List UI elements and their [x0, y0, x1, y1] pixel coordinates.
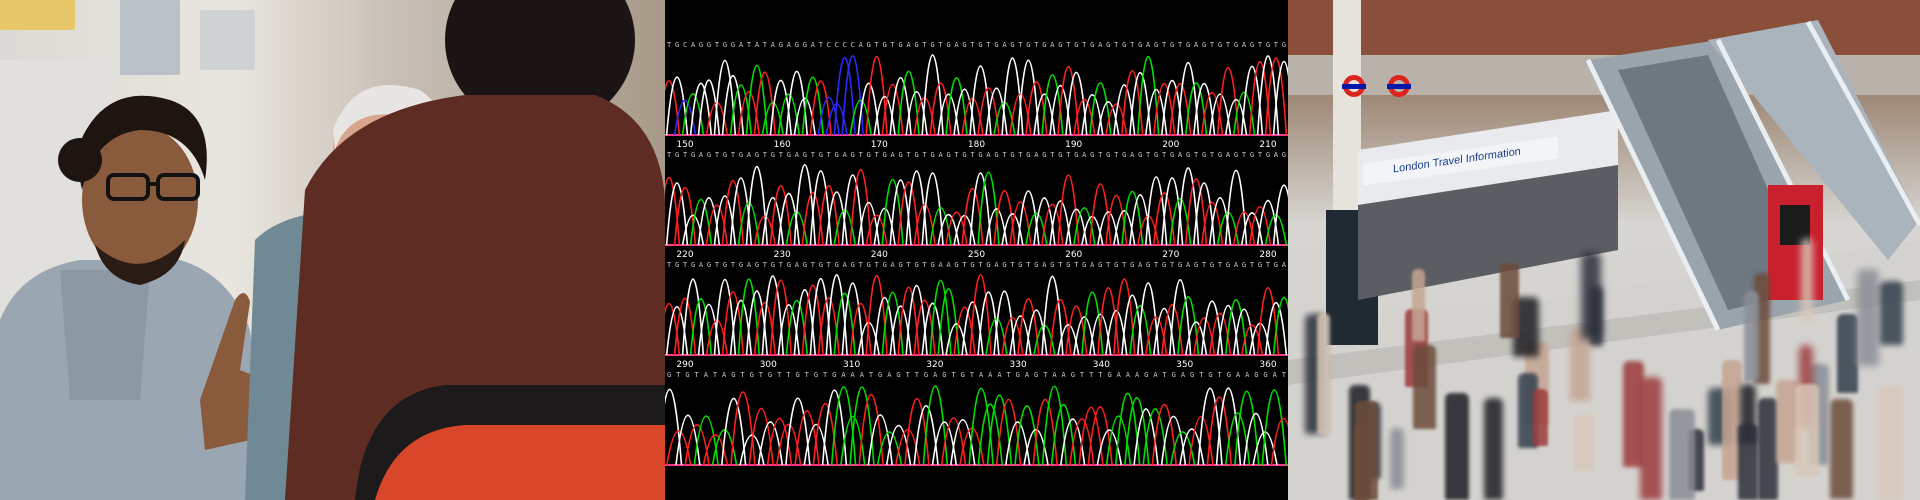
position-label: 300 [760, 360, 777, 370]
chromatogram: TGCAGGTGGATATAGAGGATCCCCAGTGTGAGTGTGAGTG… [665, 41, 1288, 466]
position-label: 180 [968, 140, 985, 150]
commuter-figure [1880, 281, 1903, 345]
commuter-figure [1500, 262, 1520, 338]
base-call-sequence: TGTGAGTGTGAGTGTGAGTGTGAGTGTGAGTGTGAAGTGT… [667, 261, 1287, 269]
chromatogram-row: TGTGAGTGTGAGTGTGAGTGTGAGTGTGAGTGTGAGTGTG… [665, 151, 1288, 260]
base-call-sequence: TGTGAGTGTGAGTGTGAGTGTGAGTGTGAGTGTGAGTGTG… [667, 151, 1286, 159]
commuter-figure [1878, 385, 1903, 500]
position-label: 360 [1259, 360, 1276, 370]
base-call-sequence: TGCAGGTGGATATAGAGGATCCCCAGTGTGAGTGTGAGTG… [667, 41, 1286, 49]
chromatogram-row: GTGTATAGTGTGTTGTGTGAAATGAGTTGAGTGTAAATGA… [665, 371, 1288, 466]
dna-chromatogram-panel: TGCAGGTGGATATAGAGGATCCCCAGTGTGAGTGTGAGTG… [665, 0, 1288, 500]
position-label: 240 [871, 250, 888, 260]
trace-peak [665, 388, 683, 466]
commuter-figure [1445, 392, 1470, 500]
commuter-figure [1316, 312, 1330, 435]
commuter-figure [1353, 422, 1369, 500]
position-label: 200 [1162, 140, 1179, 150]
trace-peak [1161, 177, 1184, 246]
commuter-figure [1857, 268, 1879, 366]
wall-poster [120, 0, 180, 75]
chromatogram-row: TGCAGGTGGATATAGAGGATCCCCAGTGTGAGTGTGAGTG… [665, 41, 1288, 150]
position-label: 320 [926, 360, 943, 370]
commuter-figure [1837, 314, 1859, 393]
position-label: 330 [1010, 360, 1027, 370]
position-label: 250 [968, 250, 985, 260]
commuter-figure [1795, 384, 1819, 477]
trace-peak [881, 291, 904, 356]
position-label: 220 [676, 250, 693, 260]
commuter-figure [1589, 286, 1604, 347]
commuter-figure [1412, 269, 1425, 341]
position-label: 340 [1093, 360, 1110, 370]
commuter-figure [1413, 345, 1437, 429]
position-label: 210 [1259, 140, 1276, 150]
commuter-figure [1532, 388, 1549, 447]
commuter-figure [1738, 424, 1759, 500]
position-label: 270 [1162, 250, 1179, 260]
trace-peak [1105, 194, 1128, 246]
trace-peak [675, 414, 701, 466]
base-call-sequence: GTGTATAGTGTGTTGTGTGAAATGAGTTGAGTGTAAATGA… [667, 371, 1287, 379]
position-label: 260 [1065, 250, 1082, 260]
commuter-figure [1574, 413, 1595, 472]
commuter-figure [1829, 398, 1854, 499]
position-label: 160 [774, 140, 791, 150]
position-label: 290 [676, 360, 693, 370]
commuter-figure [1669, 408, 1695, 500]
position-label: 150 [676, 140, 693, 150]
man-with-glasses [0, 95, 270, 500]
trace-peak [1014, 405, 1040, 466]
commuter-figure [1483, 397, 1503, 500]
position-label: 280 [1259, 250, 1276, 260]
commuter-figure [1640, 376, 1663, 500]
wall-poster [200, 10, 255, 70]
trace-peak [769, 79, 792, 136]
underground-roundel-icon [1342, 75, 1366, 97]
position-label: 170 [871, 140, 888, 150]
position-label: 230 [774, 250, 791, 260]
chair [355, 385, 665, 500]
position-label: 350 [1176, 360, 1193, 370]
position-label: 190 [1065, 140, 1082, 150]
station-concourse-panel: London Travel Information [1288, 0, 1920, 500]
commuter-figure [1800, 238, 1814, 322]
trace-peak [1097, 287, 1120, 356]
chromatogram-row: TGTGAGTGTGAGTGTGAGTGTGAGTGTGAGTGTGAAGTGT… [665, 261, 1288, 370]
image-strip: TGCAGGTGGATATAGAGGATCCCCAGTGTGAGTGTGAGTG… [0, 0, 1920, 500]
underground-roundel-icon [1387, 75, 1411, 97]
wall-poster [0, 0, 75, 30]
position-label: 310 [843, 360, 860, 370]
commuter-figure [1744, 291, 1759, 382]
commuter-figure [1389, 428, 1405, 489]
meeting-photo-panel [0, 0, 665, 500]
trace-peak [1215, 387, 1242, 466]
